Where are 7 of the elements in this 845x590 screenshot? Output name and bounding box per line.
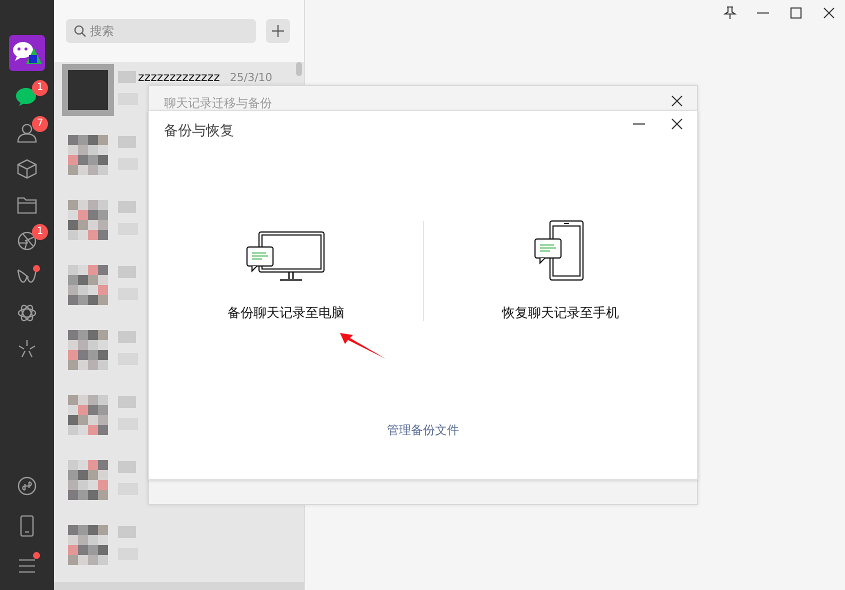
- chat-time: 25/3/10: [230, 70, 272, 84]
- dialog-title: 备份与恢复: [164, 122, 234, 140]
- unread-badge: 1: [32, 224, 48, 240]
- chat-name: zzzzzzzzzzzzz: [138, 70, 220, 84]
- dialog-title: 聊天记录迁移与备份: [164, 95, 272, 112]
- unread-badge: 7: [32, 116, 48, 132]
- unread-badge: 1: [32, 80, 48, 96]
